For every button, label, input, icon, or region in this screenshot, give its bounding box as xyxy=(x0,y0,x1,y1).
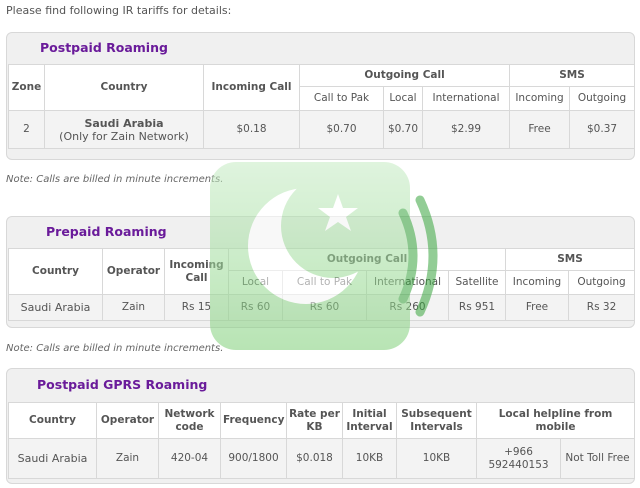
tariff-page: Please find following IR tariffs for det… xyxy=(0,0,640,488)
header-incoming-call: Incoming Call xyxy=(164,248,229,295)
cell-frequency: 900/1800 xyxy=(220,438,287,479)
header-sms: SMS xyxy=(505,248,636,271)
cell-initial-interval: 10KB xyxy=(342,438,397,479)
billing-note: Note: Calls are billed in minute increme… xyxy=(6,343,224,354)
cell-international: $2.99 xyxy=(421,110,511,149)
header-operator: Operator xyxy=(96,402,159,439)
table-row: Saudi Arabia Zain Rs 15 Rs 60 Rs 60 Rs 2… xyxy=(8,294,636,321)
cell-sms-incoming: Free xyxy=(509,110,571,149)
header-local: Local xyxy=(383,86,423,111)
header-outgoing-call: Outgoing Call xyxy=(227,248,507,271)
gprs-roaming-table: Country Operator Network code Frequency … xyxy=(8,402,635,479)
intro-text: Please find following IR tariffs for det… xyxy=(6,4,232,17)
header-sms-incoming: Incoming xyxy=(505,270,570,295)
cell-subsequent-intervals: 10KB xyxy=(396,438,477,479)
cell-zone: 2 xyxy=(8,110,45,149)
header-country: Country xyxy=(44,64,204,111)
header-local: Local xyxy=(228,270,283,295)
header-international: International xyxy=(366,270,449,295)
header-sms-outgoing: Outgoing xyxy=(568,270,636,295)
cell-sms-incoming: Free xyxy=(505,294,570,321)
cell-helpline-type: Not Toll Free xyxy=(560,438,635,479)
header-frequency: Frequency xyxy=(220,402,287,439)
header-initial-interval: Initial Interval xyxy=(342,402,397,439)
header-zone: Zone xyxy=(8,64,45,111)
header-local-helpline: Local helpline from mobile xyxy=(476,402,635,439)
header-international: International xyxy=(421,86,511,111)
header-satellite: Satellite xyxy=(447,270,507,295)
table-row: Saudi Arabia Zain 420-04 900/1800 $0.018… xyxy=(8,438,635,479)
cell-international: Rs 260 xyxy=(366,294,449,321)
header-outgoing-call: Outgoing Call xyxy=(298,64,511,87)
header-country: Country xyxy=(8,402,97,439)
cell-incoming-call: $0.18 xyxy=(203,110,300,149)
header-call-to-pak: Call to Pak xyxy=(282,270,367,295)
postpaid-roaming-panel: Postpaid Roaming Zone Country Incoming C… xyxy=(6,32,636,160)
header-incoming-call: Incoming Call xyxy=(203,64,300,111)
cell-network-code: 420-04 xyxy=(158,438,221,479)
header-rate-per-kb: Rate per KB xyxy=(286,402,343,439)
gprs-roaming-title: Postpaid GPRS Roaming xyxy=(37,377,208,392)
cell-country: Saudi Arabia xyxy=(8,294,103,321)
cell-operator: Zain xyxy=(102,294,165,321)
header-country: Country xyxy=(8,248,103,295)
cell-local: Rs 60 xyxy=(228,294,283,321)
gprs-roaming-panel: Postpaid GPRS Roaming Country Operator N… xyxy=(6,368,635,484)
prepaid-roaming-panel: Prepaid Roaming Country Operator Incomin… xyxy=(6,216,636,328)
cell-operator: Zain xyxy=(96,438,159,479)
header-sms: SMS xyxy=(509,64,636,87)
cell-satellite: Rs 951 xyxy=(447,294,507,321)
cell-country: Saudi Arabia xyxy=(8,438,97,479)
header-call-to-pak: Call to Pak xyxy=(299,86,384,111)
cell-call-to-pak: Rs 60 xyxy=(282,294,367,321)
country-name: Saudi Arabia xyxy=(84,116,164,130)
cell-incoming-call: Rs 15 xyxy=(164,294,229,321)
cell-sms-outgoing: $0.37 xyxy=(569,110,636,149)
cell-sms-outgoing: Rs 32 xyxy=(568,294,636,321)
prepaid-roaming-table: Country Operator Incoming Call Outgoing … xyxy=(8,248,636,321)
billing-note: Note: Calls are billed in minute increme… xyxy=(6,174,224,185)
cell-helpline-number: +966 592440153 xyxy=(476,438,561,479)
table-row: 2 Saudi Arabia (Only for Zain Network) $… xyxy=(8,110,636,149)
cell-country: Saudi Arabia (Only for Zain Network) xyxy=(44,110,204,149)
header-operator: Operator xyxy=(102,248,165,295)
header-sms-incoming: Incoming xyxy=(509,86,571,111)
header-subsequent-intervals: Subsequent Intervals xyxy=(396,402,477,439)
header-sms-outgoing: Outgoing xyxy=(569,86,636,111)
header-network-code: Network code xyxy=(158,402,221,439)
cell-local: $0.70 xyxy=(383,110,423,149)
postpaid-roaming-title: Postpaid Roaming xyxy=(40,40,168,55)
postpaid-roaming-table: Zone Country Incoming Call Outgoing Call… xyxy=(8,64,636,149)
cell-rate-per-kb: $0.018 xyxy=(286,438,343,479)
cell-call-to-pak: $0.70 xyxy=(299,110,384,149)
country-note: (Only for Zain Network) xyxy=(59,129,189,143)
prepaid-roaming-title: Prepaid Roaming xyxy=(46,224,167,239)
